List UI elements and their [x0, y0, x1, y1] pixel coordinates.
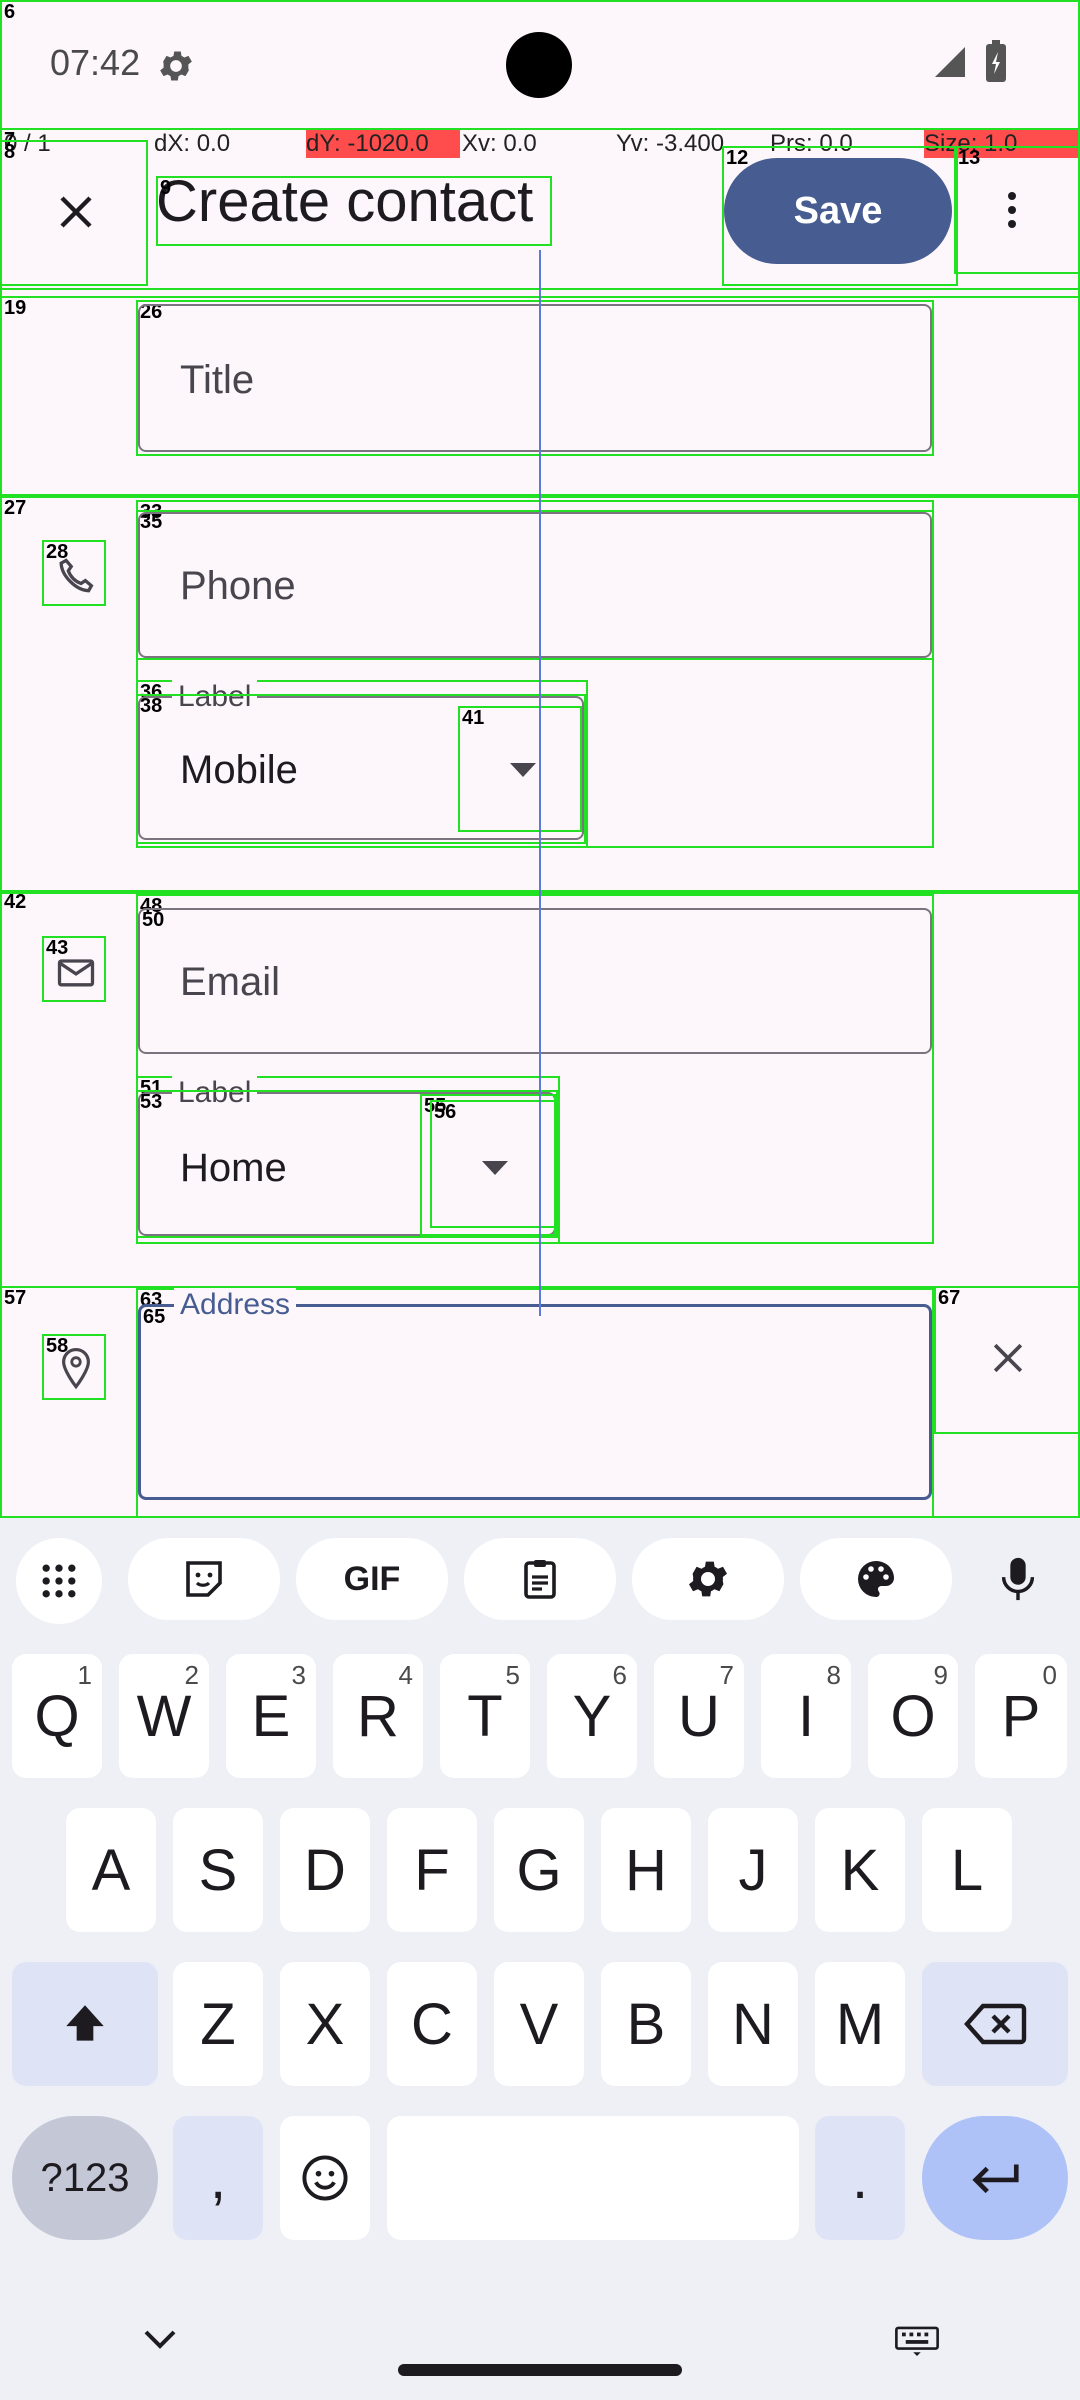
close-button[interactable]: 8	[0, 140, 148, 286]
clear-icon	[993, 1343, 1023, 1373]
home-gesture-bar[interactable]	[398, 2364, 682, 2376]
period-key[interactable]: .	[815, 2116, 905, 2240]
chevron-down-icon	[144, 2330, 176, 2349]
enter-key[interactable]	[922, 2116, 1068, 2240]
phone-icon	[59, 558, 94, 593]
key-f[interactable]: F	[387, 1808, 477, 1932]
key-c[interactable]: C	[387, 1962, 477, 2086]
palette-icon	[858, 1561, 894, 1597]
key-s[interactable]: S	[173, 1808, 263, 1932]
gif-button[interactable]: GIF	[296, 1538, 448, 1620]
key-g[interactable]: G	[494, 1808, 584, 1932]
address-label: Address	[174, 1288, 297, 1322]
space-key[interactable]	[387, 2116, 799, 2240]
symbols-key[interactable]: ?123	[12, 2116, 158, 2240]
title-placeholder: Title	[180, 358, 255, 402]
phone-placeholder: Phone	[180, 564, 296, 608]
backspace-key[interactable]	[922, 1962, 1068, 2086]
clipboard-icon	[524, 1560, 556, 1599]
key-u[interactable]: U7	[654, 1654, 744, 1778]
key-o[interactable]: O9	[868, 1654, 958, 1778]
more-options-button[interactable]: 13	[954, 146, 1080, 274]
soft-keyboard: GIF Q1 W2 E3 R4 T5 Y6 U7 I8 O9 P0 A S D …	[0, 1516, 1080, 2400]
sticker-icon	[186, 1561, 222, 1597]
clear-address-button[interactable]: 67	[934, 1286, 1080, 1434]
mic-icon	[1001, 1557, 1035, 1601]
enter-icon	[972, 2164, 1019, 2194]
dropdown-arrow-icon	[482, 1161, 508, 1175]
keyboard-icon	[895, 2326, 939, 2356]
key-h[interactable]: H	[601, 1808, 691, 1932]
key-n[interactable]: N	[708, 1962, 798, 2086]
key-w[interactable]: W2	[119, 1654, 209, 1778]
more-vert-icon	[1008, 192, 1016, 228]
shift-icon	[66, 2005, 104, 2041]
close-icon	[60, 196, 92, 228]
key-i[interactable]: I8	[761, 1654, 851, 1778]
settings-icon	[689, 1561, 727, 1597]
key-r[interactable]: R4	[333, 1654, 423, 1778]
email-icon	[57, 959, 95, 987]
voice-input-button[interactable]	[968, 1538, 1068, 1620]
key-j[interactable]: J	[708, 1808, 798, 1932]
backspace-icon	[964, 2003, 1027, 2045]
key-x[interactable]: X	[280, 1962, 370, 2086]
key-l[interactable]: L	[922, 1808, 1012, 1932]
sticker-button[interactable]	[128, 1538, 280, 1620]
apps-grid-icon	[42, 1564, 76, 1598]
email-placeholder: Email	[180, 960, 281, 1004]
overlay-box-9: 9	[156, 176, 552, 246]
key-k[interactable]: K	[815, 1808, 905, 1932]
key-e[interactable]: E3	[226, 1654, 316, 1778]
address-icon-box: 58	[42, 1334, 106, 1400]
key-p[interactable]: P0	[975, 1654, 1067, 1778]
key-t[interactable]: T5	[440, 1654, 530, 1778]
phone-label-dropdown-button[interactable]: 41	[458, 706, 582, 832]
comma-key[interactable]: ,	[173, 2116, 263, 2240]
pointer-trace-line	[539, 250, 541, 1316]
key-v[interactable]: V	[494, 1962, 584, 2086]
hide-keyboard-button[interactable]	[140, 2326, 184, 2356]
shift-key[interactable]	[12, 1962, 158, 2086]
save-button[interactable]: Save	[724, 158, 952, 264]
phone-field[interactable]: Phone	[138, 512, 932, 658]
key-y[interactable]: Y6	[547, 1654, 637, 1778]
key-d[interactable]: D	[280, 1808, 370, 1932]
clipboard-button[interactable]	[464, 1538, 616, 1620]
gif-label: GIF	[343, 1559, 401, 1598]
email-icon-box: 43	[42, 936, 106, 1002]
email-dropdown-arrow-box: 56	[430, 1100, 556, 1228]
phone-icon-box: 28	[42, 540, 106, 606]
emoji-icon	[302, 2155, 348, 2201]
theme-button[interactable]	[800, 1538, 952, 1620]
keyboard-settings-button[interactable]	[632, 1538, 784, 1620]
location-pin-icon	[62, 1347, 90, 1390]
keyboard-overlay-border	[0, 1516, 1080, 1518]
key-q[interactable]: Q1	[12, 1654, 102, 1778]
address-field[interactable]: 65	[138, 1304, 932, 1500]
email-field[interactable]: 50 Email	[138, 908, 932, 1054]
emoji-key[interactable]	[280, 2116, 370, 2240]
key-z[interactable]: Z	[173, 1962, 263, 2086]
key-m[interactable]: M	[815, 1962, 905, 2086]
keyboard-switch-button[interactable]	[894, 2326, 940, 2358]
key-b[interactable]: B	[601, 1962, 691, 2086]
key-a[interactable]: A	[66, 1808, 156, 1932]
dropdown-arrow-icon	[510, 763, 536, 777]
apps-grid-button[interactable]	[16, 1538, 102, 1624]
title-field[interactable]: Title	[138, 304, 932, 452]
